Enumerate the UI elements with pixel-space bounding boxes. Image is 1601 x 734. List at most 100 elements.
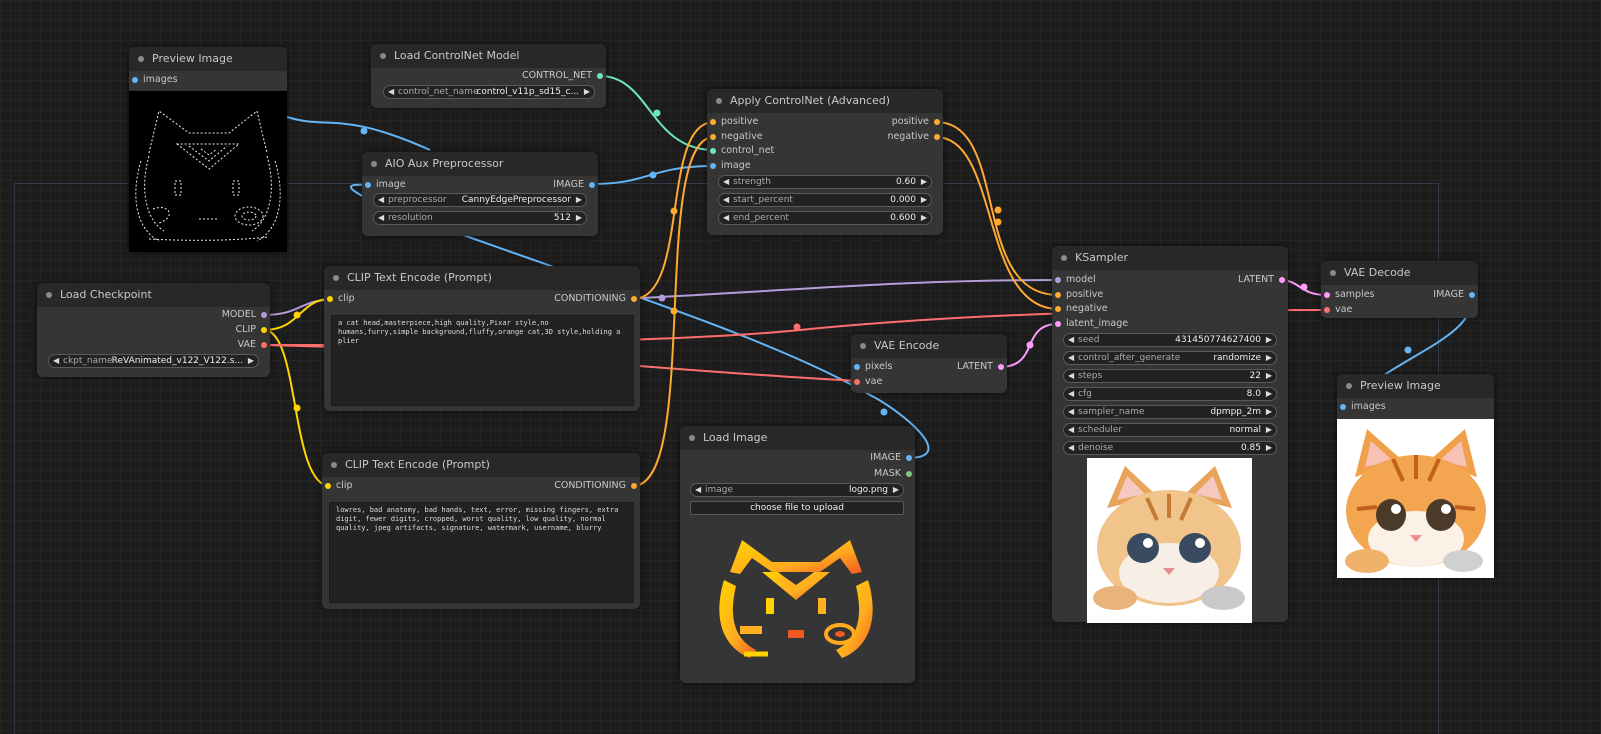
input-model[interactable]: model [1052, 273, 1096, 287]
left-arrow-icon[interactable]: ◀ [1068, 334, 1074, 346]
input-samples[interactable]: samples [1321, 288, 1375, 302]
output-negative[interactable]: negative [887, 130, 943, 144]
ckpt-name-combo[interactable]: ◀ ckpt_name ReVAnimated_v122_V122.s... ▶ [48, 354, 259, 368]
node-load-checkpoint[interactable]: Load Checkpoint MODEL CLIP VAE ◀ ckpt_na… [37, 283, 270, 377]
preprocessor-combo[interactable]: ◀ preprocessor CannyEdgePreprocessor ▶ [373, 193, 587, 207]
output-positive[interactable]: positive [892, 115, 943, 129]
slot-dot-icon[interactable] [1340, 404, 1346, 410]
slot-dot-icon[interactable] [261, 327, 267, 333]
slot-dot-icon[interactable] [589, 182, 595, 188]
input-positive[interactable]: positive [707, 115, 758, 129]
input-negative[interactable]: negative [707, 130, 763, 144]
slot-dot-icon[interactable] [261, 312, 267, 318]
right-arrow-icon[interactable]: ▶ [1266, 424, 1272, 436]
slot-dot-icon[interactable] [1055, 277, 1061, 283]
resolution-slider[interactable]: ◀ resolution 512 ▶ [373, 211, 587, 225]
input-negative[interactable]: negative [1052, 302, 1108, 316]
right-arrow-icon[interactable]: ▶ [1266, 352, 1272, 364]
input-images[interactable]: images [1337, 400, 1386, 414]
input-images[interactable]: images [129, 73, 178, 87]
output-clip[interactable]: CLIP [236, 323, 270, 337]
scheduler-combo[interactable]: ◀ scheduler normal ▶ [1063, 423, 1277, 437]
right-arrow-icon[interactable]: ▶ [893, 484, 899, 496]
input-image[interactable]: image [362, 178, 406, 192]
slot-dot-icon[interactable] [710, 134, 716, 140]
right-arrow-icon[interactable]: ▶ [1266, 406, 1272, 418]
input-image[interactable]: image [707, 159, 751, 173]
left-arrow-icon[interactable]: ◀ [1068, 352, 1074, 364]
cfg-widget[interactable]: ◀ cfg 8.0 ▶ [1063, 387, 1277, 401]
slot-dot-icon[interactable] [998, 364, 1004, 370]
slot-dot-icon[interactable] [1324, 307, 1330, 313]
left-arrow-icon[interactable]: ◀ [1068, 424, 1074, 436]
right-arrow-icon[interactable]: ▶ [248, 355, 254, 367]
end-percent-slider[interactable]: ◀ end_percent 0.600 ▶ [718, 211, 932, 225]
output-mask[interactable]: MASK [874, 467, 915, 481]
slot-dot-icon[interactable] [710, 119, 716, 125]
node-aio-aux-preprocessor[interactable]: AIO Aux Preprocessor image IMAGE ◀ prepr… [362, 152, 598, 236]
control-after-generate-combo[interactable]: ◀ control_after_generate randomize ▶ [1063, 351, 1277, 365]
slot-dot-icon[interactable] [261, 342, 267, 348]
left-arrow-icon[interactable]: ◀ [1068, 370, 1074, 382]
node-load-image[interactable]: Load Image IMAGE MASK ◀ image logo.png ▶… [680, 426, 915, 683]
input-clip[interactable]: clip [322, 479, 353, 493]
input-clip[interactable]: clip [324, 292, 355, 306]
slot-dot-icon[interactable] [1469, 292, 1475, 298]
slot-dot-icon[interactable] [710, 148, 716, 154]
node-vae-decode[interactable]: VAE Decode samples vae IMAGE [1321, 261, 1478, 318]
slot-dot-icon[interactable] [1279, 277, 1285, 283]
node-vae-encode[interactable]: VAE Encode pixels vae LATENT [851, 334, 1007, 393]
slot-dot-icon[interactable] [934, 119, 940, 125]
steps-widget[interactable]: ◀ steps 22 ▶ [1063, 369, 1277, 383]
slot-dot-icon[interactable] [854, 379, 860, 385]
prompt-textarea[interactable]: lowres, bad anatomy, bad hands, text, er… [329, 502, 634, 603]
right-arrow-icon[interactable]: ▶ [1266, 442, 1272, 454]
slot-dot-icon[interactable] [631, 483, 637, 489]
output-model[interactable]: MODEL [222, 308, 270, 322]
node-load-controlnet-model[interactable]: Load ControlNet Model CONTROL_NET ◀ cont… [371, 44, 606, 108]
output-conditioning[interactable]: CONDITIONING [554, 479, 640, 493]
node-apply-controlnet-advanced[interactable]: Apply ControlNet (Advanced) positive neg… [707, 89, 943, 235]
right-arrow-icon[interactable]: ▶ [576, 194, 582, 206]
slot-dot-icon[interactable] [710, 163, 716, 169]
slot-dot-icon[interactable] [1055, 306, 1061, 312]
choose-file-upload-button[interactable]: choose file to upload [690, 501, 904, 515]
right-arrow-icon[interactable]: ▶ [584, 86, 590, 98]
right-arrow-icon[interactable]: ▶ [1266, 334, 1272, 346]
output-vae[interactable]: VAE [238, 338, 270, 352]
seed-widget[interactable]: ◀ seed 431450774627400 ▶ [1063, 333, 1277, 347]
right-arrow-icon[interactable]: ▶ [921, 212, 927, 224]
left-arrow-icon[interactable]: ◀ [1068, 442, 1074, 454]
node-preview-image-canny[interactable]: Preview Image images [129, 47, 287, 252]
denoise-widget[interactable]: ◀ denoise 0.85 ▶ [1063, 441, 1277, 455]
node-preview-image-result[interactable]: Preview Image images [1337, 374, 1494, 578]
control-net-name-combo[interactable]: ◀ control_net_name control_v11p_sd15_c..… [383, 85, 595, 99]
slot-dot-icon[interactable] [934, 134, 940, 140]
slot-dot-icon[interactable] [906, 455, 912, 461]
right-arrow-icon[interactable]: ▶ [1266, 370, 1272, 382]
slot-dot-icon[interactable] [325, 483, 331, 489]
right-arrow-icon[interactable]: ▶ [1266, 388, 1272, 400]
start-percent-slider[interactable]: ◀ start_percent 0.000 ▶ [718, 193, 932, 207]
input-control-net[interactable]: control_net [707, 144, 774, 158]
slot-dot-icon[interactable] [365, 182, 371, 188]
left-arrow-icon[interactable]: ◀ [388, 86, 394, 98]
left-arrow-icon[interactable]: ◀ [723, 176, 729, 188]
right-arrow-icon[interactable]: ▶ [921, 176, 927, 188]
right-arrow-icon[interactable]: ▶ [576, 212, 582, 224]
slot-dot-icon[interactable] [132, 77, 138, 83]
slot-dot-icon[interactable] [327, 296, 333, 302]
slot-dot-icon[interactable] [854, 364, 860, 370]
input-positive[interactable]: positive [1052, 288, 1103, 302]
output-image[interactable]: IMAGE [553, 178, 598, 192]
left-arrow-icon[interactable]: ◀ [1068, 388, 1074, 400]
left-arrow-icon[interactable]: ◀ [378, 194, 384, 206]
left-arrow-icon[interactable]: ◀ [723, 212, 729, 224]
left-arrow-icon[interactable]: ◀ [723, 194, 729, 206]
node-clip-text-encode-negative[interactable]: CLIP Text Encode (Prompt) clip CONDITION… [322, 453, 640, 609]
slot-dot-icon[interactable] [1055, 321, 1061, 327]
output-control-net[interactable]: CONTROL_NET [522, 69, 606, 83]
output-latent[interactable]: LATENT [1238, 273, 1288, 287]
slot-dot-icon[interactable] [597, 73, 603, 79]
input-latent-image[interactable]: latent_image [1052, 317, 1128, 331]
